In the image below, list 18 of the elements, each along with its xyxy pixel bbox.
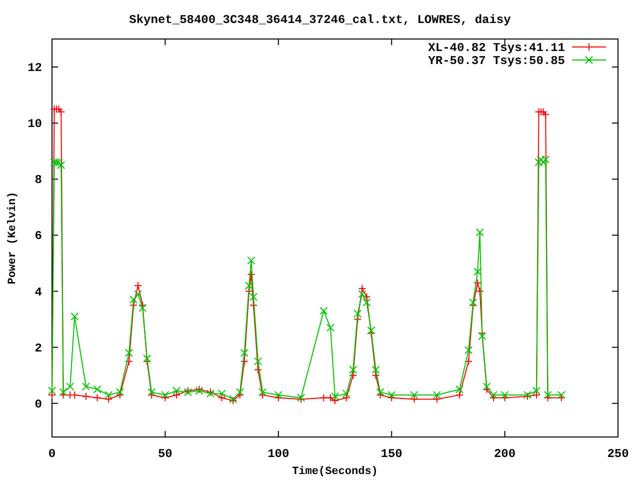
y-tick-label: 0 [34, 397, 42, 412]
y-axis-label: Power (Kelvin) [7, 192, 19, 284]
x-tick-label: 50 [158, 447, 172, 461]
legend-label: YR-50.37 Tsys:50.85 [428, 54, 565, 68]
legend-label: XL-40.82 Tsys:41.11 [428, 41, 565, 55]
x-tick-label: 100 [268, 447, 290, 461]
y-tick-label: 10 [28, 117, 42, 132]
y-tick-label: 12 [28, 61, 42, 76]
chart-title: Skynet_58400_3C348_36414_37246_cal.txt, LOWRES, daisy [129, 13, 511, 27]
x-tick-label: 150 [380, 447, 402, 461]
y-tick-label: 6 [34, 229, 42, 244]
y-tick-label: 8 [34, 173, 42, 188]
y-tick-label: 4 [34, 285, 42, 300]
y-tick-label: 2 [34, 341, 42, 356]
x-tick-label: 0 [48, 447, 56, 461]
x-tick-label: 250 [607, 447, 629, 461]
x-axis-label: Time(Seconds) [292, 466, 378, 478]
x-tick-label: 200 [494, 447, 516, 461]
